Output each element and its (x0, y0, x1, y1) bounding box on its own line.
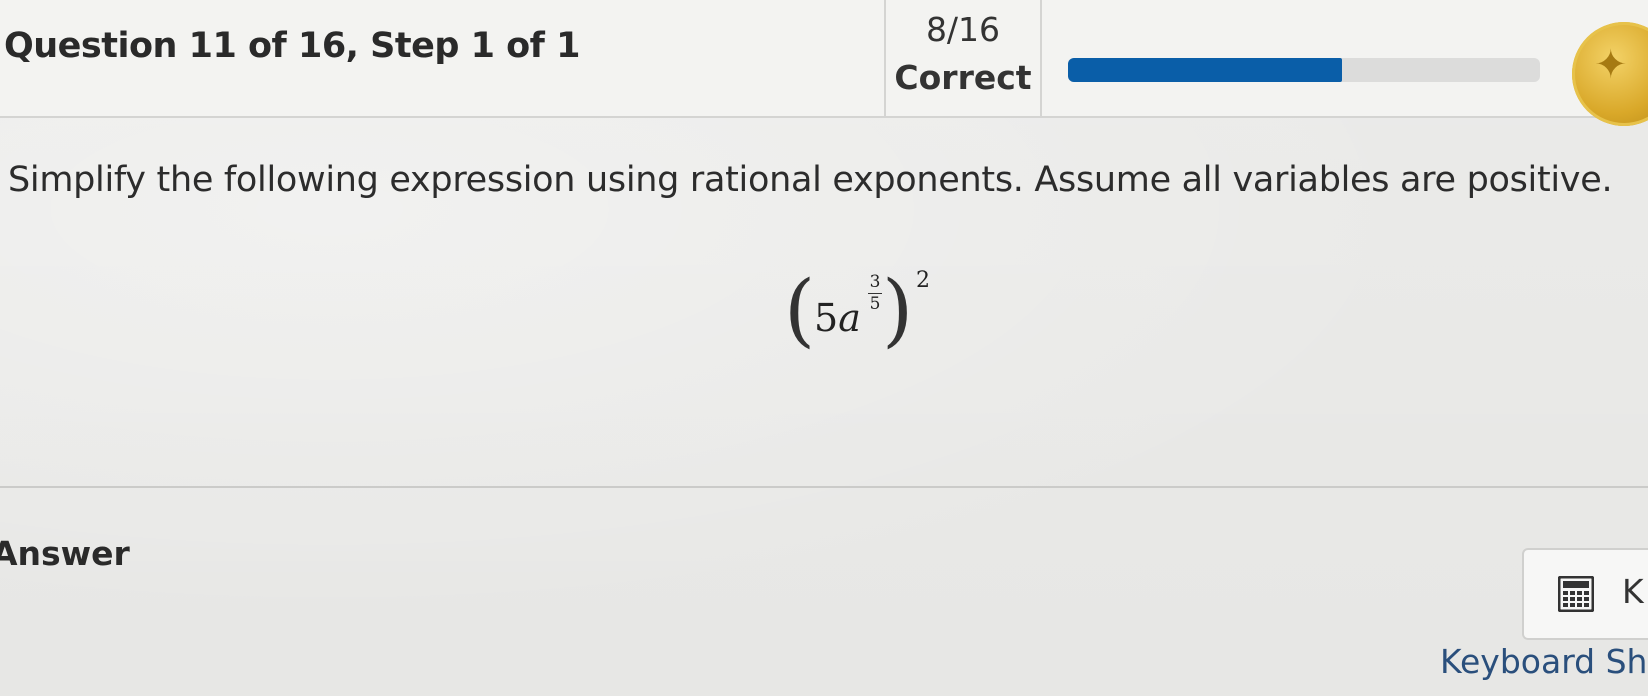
keyboard-shortcuts-link[interactable]: Keyboard Sh (1440, 642, 1647, 681)
expression-coefficient: 5 (814, 296, 839, 340)
right-parenthesis: ) (882, 263, 914, 356)
left-parenthesis: ( (784, 263, 816, 356)
score-box: 8/16 Correct (884, 0, 1042, 116)
score-label: Correct (894, 58, 1032, 97)
expression-base: 5a (814, 296, 861, 340)
progress-bar (1068, 58, 1540, 82)
question-title: Question 11 of 16, Step 1 of 1 (4, 26, 580, 66)
medal-glyph-icon: ✦ (1594, 43, 1628, 87)
medal-icon[interactable]: ✦ (1572, 22, 1648, 126)
math-expression: ( 5a 3 5 ) 2 (784, 263, 964, 380)
inner-exponent-denominator: 5 (869, 294, 881, 314)
question-prompt: Simplify the following expression using … (8, 160, 1613, 200)
keypad-button-label: K (1622, 572, 1644, 611)
outer-exponent: 2 (916, 268, 930, 293)
keypad-button[interactable]: K (1522, 548, 1648, 640)
answer-label: Answer (0, 534, 130, 573)
score-count: 8/16 (925, 10, 1001, 49)
question-header: Question 11 of 16, Step 1 of 1 8/16 Corr… (0, 0, 1648, 126)
expression-variable: a (838, 296, 861, 340)
calculator-icon (1558, 576, 1594, 612)
progress-bar-fill (1068, 58, 1342, 82)
inner-exponent-fraction: 3 5 (868, 274, 882, 313)
section-divider (0, 486, 1648, 488)
inner-exponent-numerator: 3 (869, 272, 881, 292)
